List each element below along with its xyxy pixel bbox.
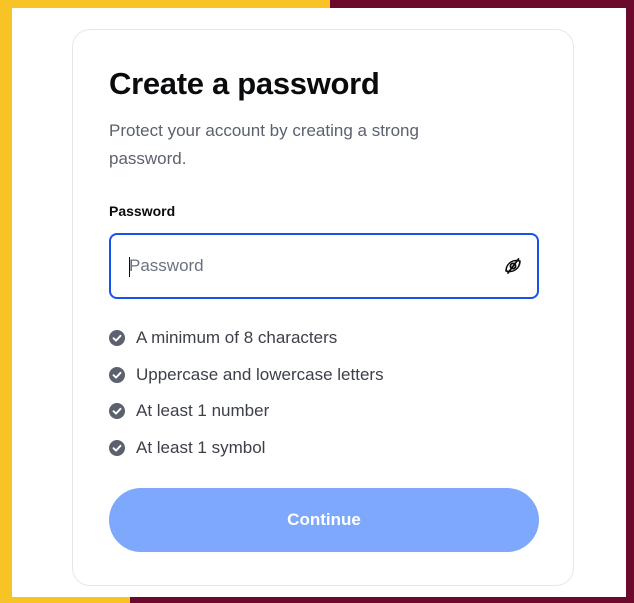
requirement-label: A minimum of 8 characters xyxy=(136,328,338,348)
frame-left-border xyxy=(0,0,12,603)
page-subtitle: Protect your account by creating a stron… xyxy=(109,121,419,168)
check-circle-icon xyxy=(109,403,125,420)
frame-right-border xyxy=(626,0,634,603)
frame-bottom-border xyxy=(0,597,634,603)
page-title: Create a password xyxy=(109,66,380,101)
create-password-card: Create a password Protect your account b… xyxy=(72,29,574,586)
show-password-toggle[interactable] xyxy=(501,254,525,278)
requirement-item: At least 1 number xyxy=(109,393,384,430)
check-circle-icon xyxy=(109,439,125,456)
frame-top-border xyxy=(0,0,634,8)
check-circle-icon xyxy=(109,366,125,383)
requirement-item: At least 1 symbol xyxy=(109,430,384,467)
requirement-label: At least 1 symbol xyxy=(136,437,266,457)
password-input-container[interactable] xyxy=(109,233,539,299)
continue-button[interactable]: Continue xyxy=(109,488,539,552)
requirement-item: A minimum of 8 characters xyxy=(109,320,384,357)
password-input[interactable] xyxy=(129,235,489,297)
requirement-item: Uppercase and lowercase letters xyxy=(109,357,384,394)
password-field-label: Password xyxy=(109,203,176,219)
check-circle-icon xyxy=(109,330,125,347)
password-requirements-list: A minimum of 8 characters Uppercase and … xyxy=(109,320,384,466)
text-cursor xyxy=(129,257,130,277)
requirement-label: At least 1 number xyxy=(136,401,270,421)
requirement-label: Uppercase and lowercase letters xyxy=(136,364,384,384)
eye-slash-icon xyxy=(505,258,521,274)
